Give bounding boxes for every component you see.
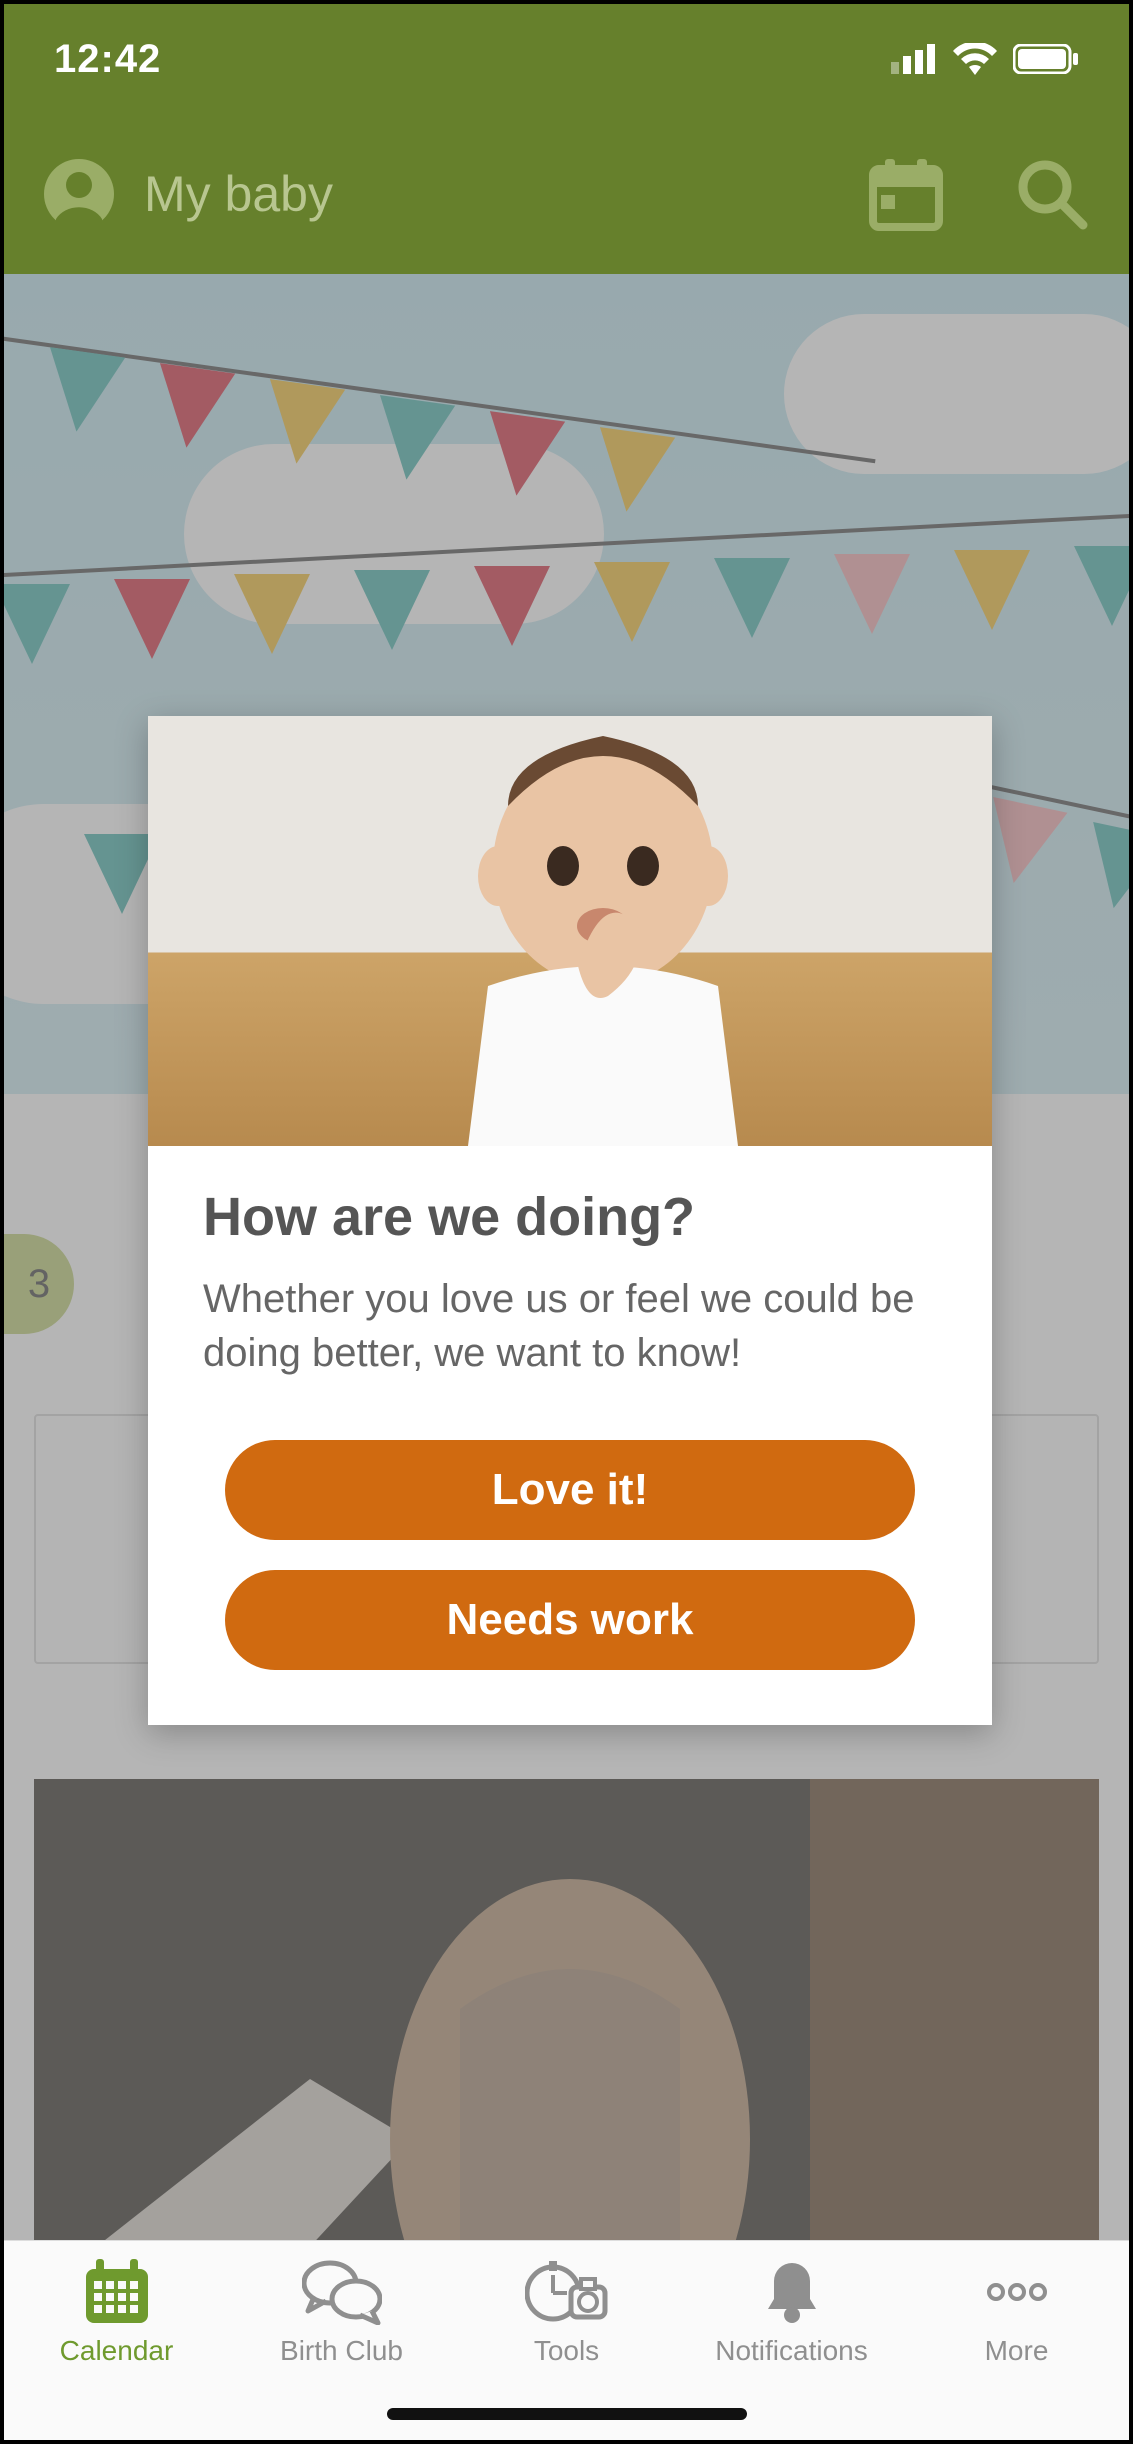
- app-bar: My baby: [4, 114, 1129, 274]
- status-time: 12:42: [54, 37, 161, 82]
- nav-label: Birth Club: [280, 2335, 403, 2367]
- chat-icon: [302, 2259, 382, 2325]
- nav-label: Calendar: [60, 2335, 174, 2367]
- nav-calendar[interactable]: Calendar: [4, 2241, 229, 2440]
- search-icon[interactable]: [1015, 157, 1089, 231]
- home-indicator[interactable]: [387, 2408, 747, 2420]
- needs-work-button[interactable]: Needs work: [225, 1570, 915, 1670]
- battery-icon: [1013, 44, 1079, 74]
- nav-more[interactable]: More: [904, 2241, 1129, 2440]
- nav-label: Notifications: [715, 2335, 868, 2367]
- modal-title: How are we doing?: [203, 1186, 937, 1248]
- love-it-button[interactable]: Love it!: [225, 1440, 915, 1540]
- calendar-icon[interactable]: [867, 155, 945, 233]
- status-bar: 12:42: [4, 4, 1129, 114]
- modal-body: Whether you love us or feel we could be …: [203, 1272, 937, 1380]
- calendar-nav-icon: [82, 2259, 152, 2325]
- cellular-icon: [891, 44, 937, 74]
- nav-label: More: [985, 2335, 1049, 2367]
- bell-icon: [762, 2259, 822, 2325]
- profile-icon[interactable]: [44, 159, 114, 229]
- page-title: My baby: [144, 165, 837, 223]
- more-icon: [982, 2259, 1052, 2325]
- wifi-icon: [953, 43, 997, 75]
- tools-icon: [525, 2259, 609, 2325]
- nav-label: Tools: [534, 2335, 599, 2367]
- feedback-modal: How are we doing? Whether you love us or…: [148, 716, 992, 1725]
- modal-hero-image: [148, 716, 992, 1146]
